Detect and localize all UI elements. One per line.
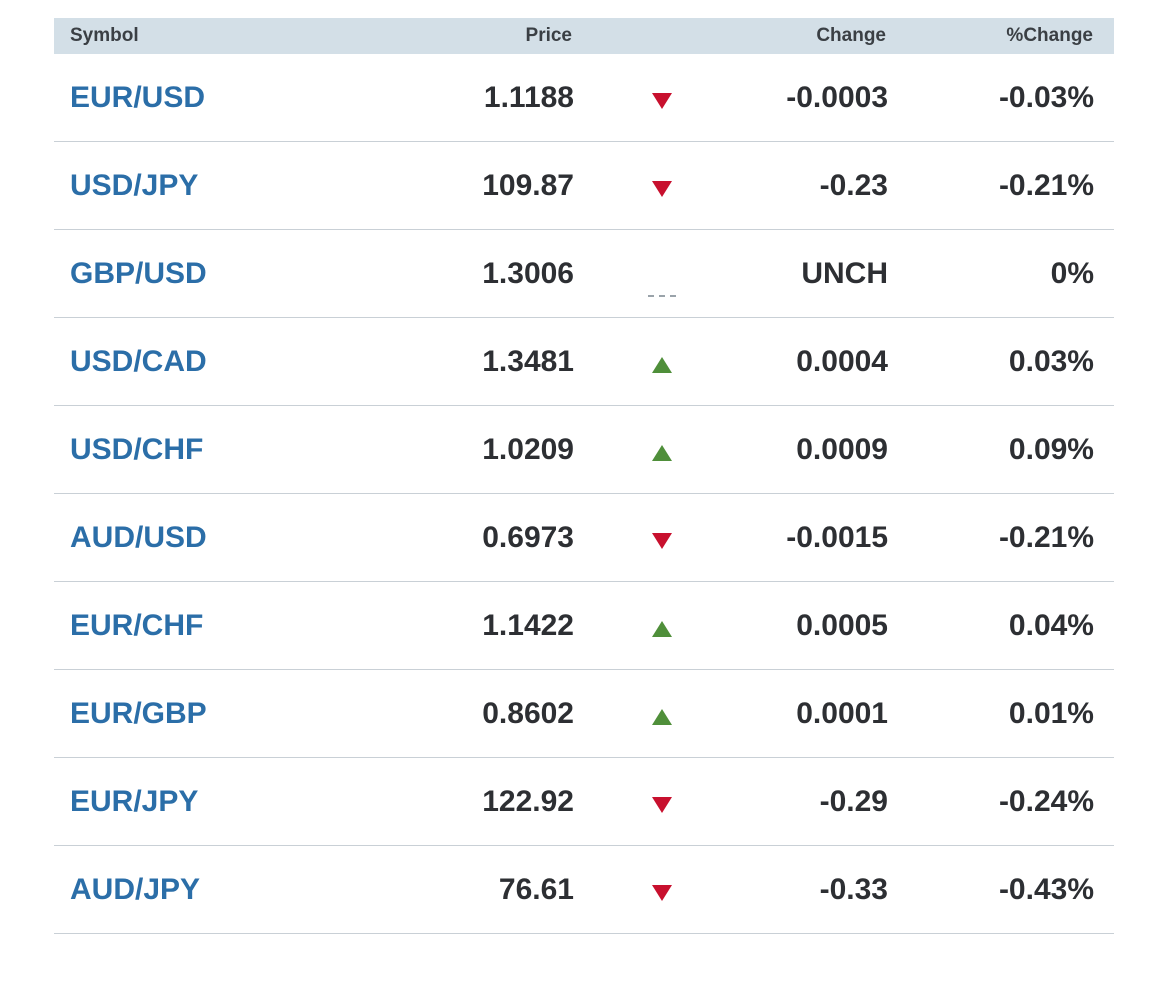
pct-change-value: 0.09% — [1008, 432, 1094, 466]
symbol-link[interactable]: GBP/USD — [54, 257, 354, 291]
down-arrow-icon — [651, 532, 672, 549]
direction-indicator — [574, 254, 749, 297]
symbol-link[interactable]: EUR/JPY — [54, 785, 354, 819]
change-value: 0.0005 — [796, 608, 888, 642]
price-value: 0.8602 — [482, 696, 574, 730]
price-value: 76.61 — [498, 872, 574, 906]
price-value: 1.3481 — [482, 344, 574, 378]
down-arrow-icon — [651, 180, 672, 197]
change-value: 0.0009 — [796, 432, 888, 466]
direction-indicator — [574, 342, 749, 382]
unchanged-dash-icon — [647, 294, 676, 297]
symbol-link[interactable]: USD/JPY — [54, 169, 354, 203]
symbol-link[interactable]: USD/CHF — [54, 433, 354, 467]
change-value: -0.29 — [819, 784, 888, 818]
price-value: 109.87 — [482, 168, 574, 202]
up-arrow-icon — [651, 620, 672, 637]
pct-change-value: 0.03% — [1008, 344, 1094, 378]
symbol-link[interactable]: USD/CAD — [54, 345, 354, 379]
direction-indicator — [574, 870, 749, 910]
table-row: USD/CHF 1.0209 0.0009 0.09% — [54, 406, 1114, 494]
change-value: -0.23 — [819, 168, 888, 202]
direction-indicator — [574, 430, 749, 470]
down-arrow-icon — [651, 884, 672, 901]
direction-indicator — [574, 606, 749, 646]
price-value: 1.0209 — [482, 432, 574, 466]
down-arrow-icon — [651, 796, 672, 813]
symbol-link[interactable]: AUD/USD — [54, 521, 354, 555]
price-value: 0.6973 — [482, 520, 574, 554]
change-value: 0.0004 — [796, 344, 888, 378]
pct-change-value: -0.21% — [998, 520, 1094, 554]
table-row: USD/JPY 109.87 -0.23 -0.21% — [54, 142, 1114, 230]
symbol-link[interactable]: EUR/GBP — [54, 697, 354, 731]
header-change[interactable]: Change — [572, 25, 886, 47]
symbol-link[interactable]: EUR/CHF — [54, 609, 354, 643]
pct-change-value: -0.21% — [998, 168, 1094, 202]
price-value: 1.1188 — [483, 80, 574, 114]
table-row: AUD/USD 0.6973 -0.0015 -0.21% — [54, 494, 1114, 582]
header-pct-change[interactable]: %Change — [886, 25, 1093, 47]
price-value: 1.3006 — [482, 256, 574, 290]
table-header: Symbol Price Change %Change — [54, 18, 1114, 54]
down-arrow-icon — [651, 92, 672, 109]
change-value: -0.33 — [819, 872, 888, 906]
direction-indicator — [574, 518, 749, 558]
header-price[interactable]: Price — [354, 25, 572, 47]
fx-quote-table: Symbol Price Change %Change EUR/USD 1.11… — [54, 18, 1114, 934]
symbol-link[interactable]: AUD/JPY — [54, 873, 354, 907]
up-arrow-icon — [651, 356, 672, 373]
price-value: 1.1422 — [482, 608, 574, 642]
pct-change-value: 0.01% — [1008, 696, 1094, 730]
table-row: EUR/CHF 1.1422 0.0005 0.04% — [54, 582, 1114, 670]
table-row: EUR/GBP 0.8602 0.0001 0.01% — [54, 670, 1114, 758]
up-arrow-icon — [651, 708, 672, 725]
pct-change-value: 0.04% — [1008, 608, 1094, 642]
up-arrow-icon — [651, 444, 672, 461]
header-symbol[interactable]: Symbol — [54, 25, 354, 47]
table-row: USD/CAD 1.3481 0.0004 0.03% — [54, 318, 1114, 406]
symbol-link[interactable]: EUR/USD — [54, 81, 354, 115]
table-row: EUR/USD 1.1188 -0.0003 -0.03% — [54, 54, 1114, 142]
pct-change-value: -0.03% — [998, 80, 1094, 114]
pct-change-value: -0.43% — [998, 872, 1094, 906]
price-value: 122.92 — [482, 784, 574, 818]
direction-indicator — [574, 166, 749, 206]
change-value: UNCH — [801, 256, 888, 290]
change-value: -0.0015 — [786, 520, 888, 554]
direction-indicator — [574, 694, 749, 734]
pct-change-value: -0.24% — [998, 784, 1094, 818]
table-body: EUR/USD 1.1188 -0.0003 -0.03% USD/JPY 10… — [54, 54, 1114, 934]
direction-indicator — [574, 782, 749, 822]
change-value: 0.0001 — [796, 696, 888, 730]
table-row: EUR/JPY 122.92 -0.29 -0.24% — [54, 758, 1114, 846]
table-row: AUD/JPY 76.61 -0.33 -0.43% — [54, 846, 1114, 934]
table-row: GBP/USD 1.3006 UNCH 0% — [54, 230, 1114, 318]
change-value: -0.0003 — [786, 80, 888, 114]
pct-change-value: 0% — [1050, 256, 1094, 290]
direction-indicator — [574, 78, 749, 118]
